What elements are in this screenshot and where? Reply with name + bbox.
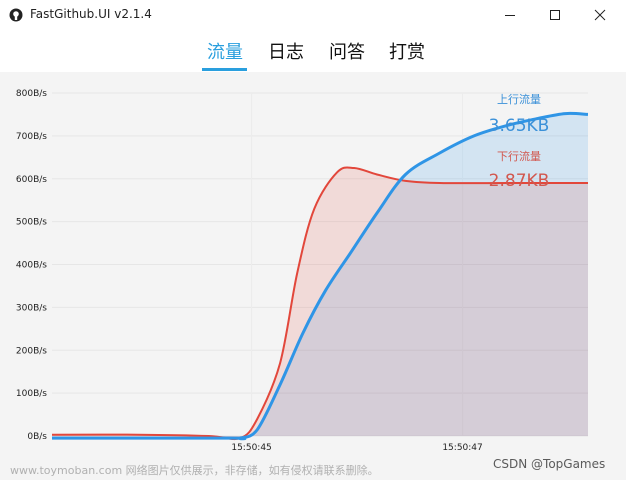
minimize-button[interactable]	[490, 0, 530, 30]
title-bar: FastGithub.UI v2.1.4	[0, 0, 626, 30]
y-axis-ticks: 0B/s 100B/s 200B/s 300B/s 400B/s 500B/s 600B/s…	[16, 89, 47, 442]
upload-value: 3.65KB	[489, 116, 550, 136]
tab-faq[interactable]: 问答	[329, 38, 365, 64]
download-value: 2.87KB	[489, 171, 550, 191]
close-button[interactable]	[580, 0, 620, 30]
x-tick-label: 15:50:47	[442, 443, 482, 453]
y-tick-label: 600B/s	[16, 175, 47, 185]
y-tick-label: 300B/s	[16, 303, 47, 313]
tab-logs[interactable]: 日志	[268, 38, 304, 64]
x-axis-ticks: 15:50:45 15:50:47	[231, 443, 482, 453]
watermark-text: www.toymoban.com 网络图片仅供展示，非存储，如有侵权请联系删除。	[10, 464, 379, 477]
tab-traffic[interactable]: 流量	[207, 38, 243, 64]
download-area	[52, 167, 588, 440]
y-tick-label: 100B/s	[16, 389, 47, 399]
close-icon	[594, 9, 606, 21]
maximize-button[interactable]	[535, 0, 575, 30]
y-tick-label: 400B/s	[16, 261, 47, 271]
window-title: FastGithub.UI v2.1.4	[30, 7, 152, 21]
github-app-icon	[9, 8, 23, 22]
x-tick-label: 15:50:45	[231, 443, 271, 453]
y-tick-label: 800B/s	[16, 89, 47, 99]
upload-label: 上行流量	[497, 92, 541, 106]
tab-donate[interactable]: 打赏	[389, 38, 425, 64]
active-tab-indicator	[202, 68, 247, 71]
y-tick-label: 0B/s	[27, 432, 47, 442]
csdn-credit: CSDN @TopGames	[493, 457, 606, 471]
tab-bar: 流量 日志 问答 打赏	[0, 34, 626, 72]
download-label: 下行流量	[497, 149, 541, 163]
y-tick-label: 200B/s	[16, 346, 47, 356]
traffic-chart: 0B/s 100B/s 200B/s 300B/s 400B/s 500B/s 600B/s…	[16, 89, 589, 453]
y-tick-label: 700B/s	[16, 132, 47, 142]
y-tick-label: 500B/s	[16, 218, 47, 228]
maximize-icon	[550, 10, 560, 20]
minimize-icon	[505, 15, 515, 16]
